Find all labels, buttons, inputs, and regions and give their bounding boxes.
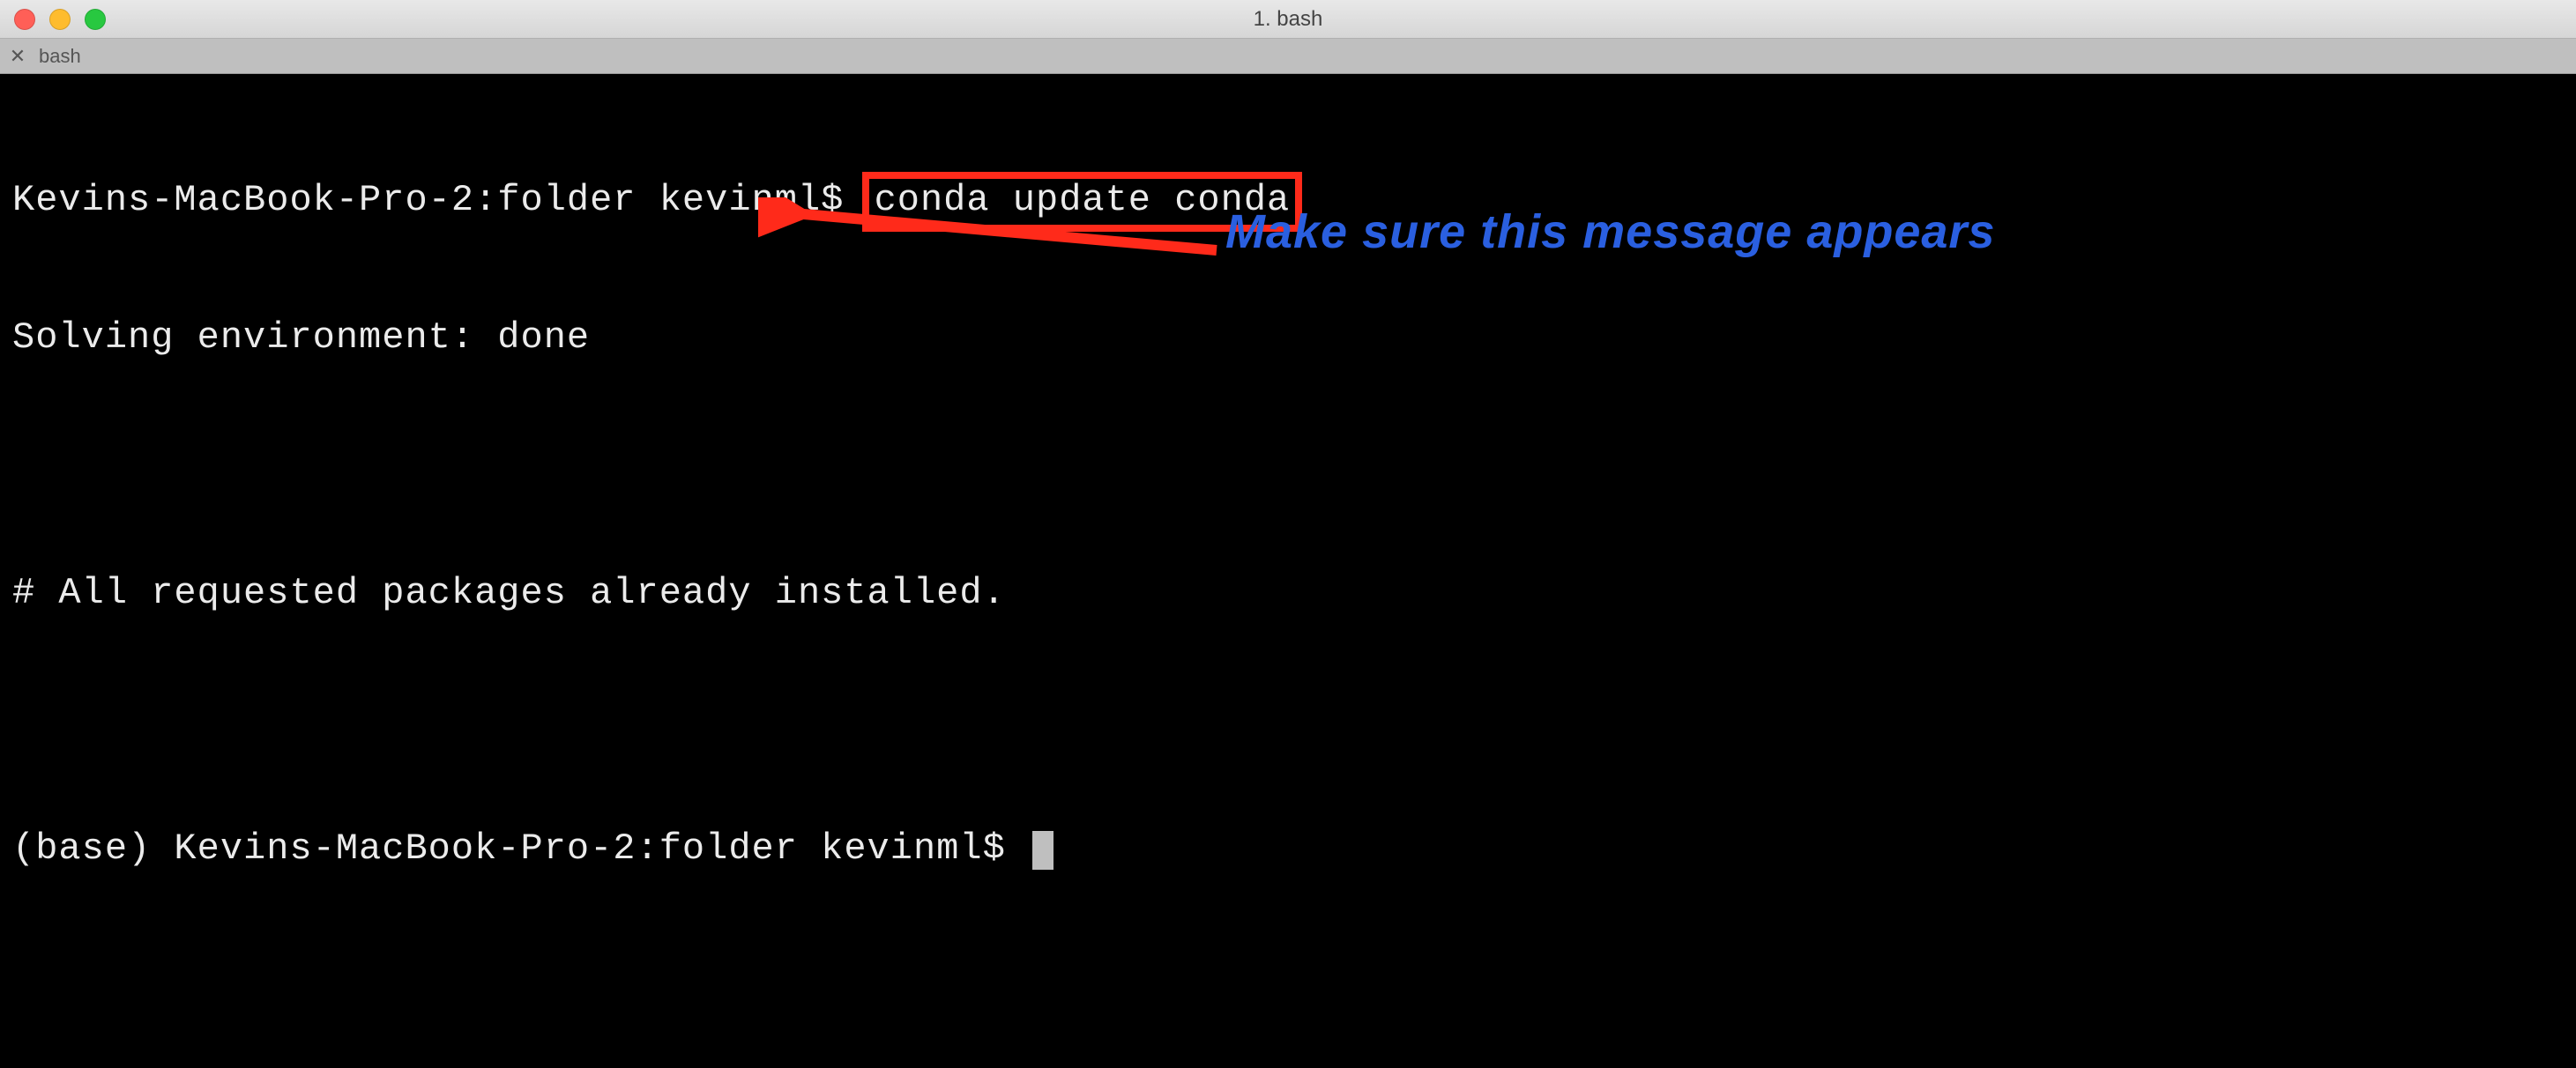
tab-label[interactable]: bash — [35, 39, 90, 73]
window-titlebar: 1. bash — [0, 0, 2576, 39]
terminal-line-base-prompt: (base) Kevins-MacBook-Pro-2:folder kevin… — [12, 827, 2564, 870]
command-highlight-box: conda update conda — [862, 172, 1303, 232]
close-window-button[interactable] — [14, 9, 35, 30]
terminal-cursor — [1032, 831, 1053, 870]
terminal-base-prompt: (base) Kevins-MacBook-Pro-2:folder kevin… — [12, 827, 1029, 870]
terminal-prompt: Kevins-MacBook-Pro-2:folder kevinml$ — [12, 179, 867, 221]
tab-close-button[interactable]: ✕ — [0, 39, 35, 73]
terminal-line-command: Kevins-MacBook-Pro-2:folder kevinml$ con… — [12, 172, 2564, 232]
window-title: 1. bash — [0, 7, 2576, 32]
terminal-line-blank-1 — [12, 444, 2564, 486]
minimize-window-button[interactable] — [49, 9, 71, 30]
zoom-window-button[interactable] — [85, 9, 106, 30]
terminal-body[interactable]: Kevins-MacBook-Pro-2:folder kevinml$ con… — [0, 74, 2576, 1068]
terminal-line-blank-2 — [12, 700, 2564, 742]
terminal-line-solving: Solving environment: done — [12, 316, 2564, 359]
terminal-command: conda update conda — [875, 179, 1291, 221]
traffic-lights — [14, 9, 106, 30]
tab-bar: ✕ bash — [0, 39, 2576, 74]
terminal-line-installed: # All requested packages already install… — [12, 572, 2564, 614]
